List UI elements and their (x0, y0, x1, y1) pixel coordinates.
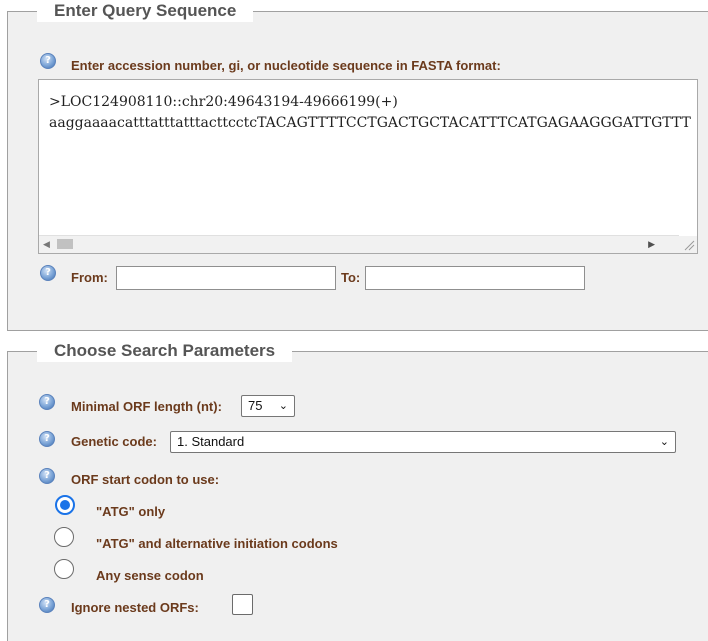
scroll-left-icon[interactable]: ◀ (43, 239, 50, 250)
sequence-textarea[interactable]: >LOC124908110::chr20:49643194-49666199(+… (38, 79, 698, 254)
sequence-instruction-label: Enter accession number, gi, or nucleotid… (71, 58, 501, 73)
from-label: From: (71, 270, 108, 285)
chevron-down-icon: ⌄ (659, 436, 669, 448)
scroll-right-icon[interactable]: ▶ (648, 239, 655, 250)
scrollbar-thumb[interactable] (57, 239, 73, 249)
help-icon[interactable]: ? (39, 597, 55, 613)
query-legend: Enter Query Sequence (37, 0, 254, 22)
sequence-text: >LOC124908110::chr20:49643194-49666199(+… (49, 92, 691, 134)
sequence-line-2: aaggaaaacatttatttatttacttcctcTACAGTTTTCC… (49, 115, 691, 131)
resize-handle-icon[interactable] (679, 236, 697, 253)
help-icon[interactable]: ? (39, 468, 55, 484)
radio-atg-only-label: "ATG" only (96, 504, 166, 519)
params-fieldset: Choose Search Parameters ? Minimal ORF l… (7, 340, 708, 641)
to-input[interactable] (365, 266, 585, 290)
radio-atg-alternative-label: "ATG" and alternative initiation codons (96, 536, 338, 551)
help-icon[interactable]: ? (40, 53, 56, 69)
to-label: To: (341, 270, 361, 285)
query-fieldset: Enter Query Sequence ? Enter accession n… (7, 0, 708, 331)
horizontal-scrollbar[interactable]: ◀ ▶ (39, 235, 679, 253)
help-icon[interactable]: ? (39, 394, 55, 410)
genetic-code-value: 1. Standard (177, 434, 245, 449)
ignore-nested-checkbox[interactable] (232, 594, 253, 615)
sequence-line-1: >LOC124908110::chr20:49643194-49666199(+… (49, 94, 398, 110)
radio-atg-only[interactable] (55, 495, 75, 515)
genetic-code-label: Genetic code: (71, 434, 157, 449)
genetic-code-select[interactable]: 1. Standard ⌄ (170, 431, 676, 453)
min-orf-value: 75 (248, 398, 263, 413)
ignore-nested-label: Ignore nested ORFs: (71, 600, 199, 615)
radio-atg-alternative[interactable] (54, 527, 74, 547)
chevron-down-icon: ⌄ (278, 400, 288, 412)
radio-any-sense-label: Any sense codon (96, 568, 204, 583)
help-icon[interactable]: ? (40, 265, 56, 281)
min-orf-select[interactable]: 75 ⌄ (241, 395, 295, 417)
radio-any-sense[interactable] (54, 559, 74, 579)
min-orf-label: Minimal ORF length (nt): (71, 399, 222, 414)
help-icon[interactable]: ? (39, 431, 55, 447)
from-input[interactable] (116, 266, 336, 290)
params-legend: Choose Search Parameters (37, 340, 293, 362)
start-codon-label: ORF start codon to use: (71, 472, 220, 487)
